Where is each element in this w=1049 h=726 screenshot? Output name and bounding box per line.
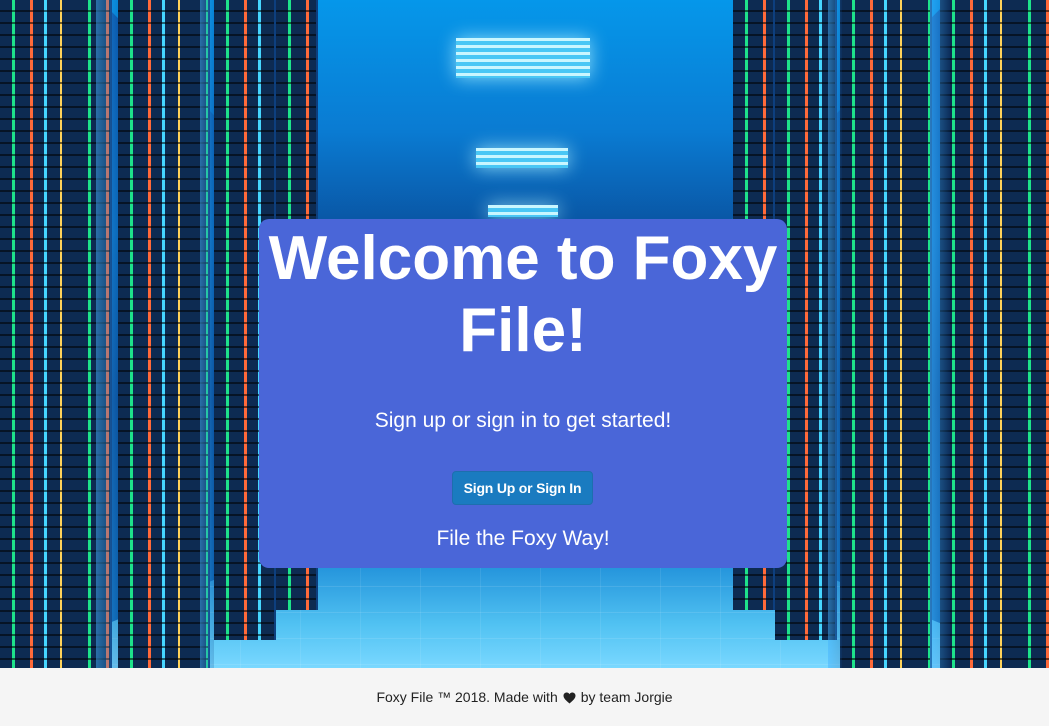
server-rack xyxy=(940,0,1049,668)
footer-text-after: by team Jorgie xyxy=(580,689,673,705)
heart-icon xyxy=(563,691,576,704)
ceiling-light xyxy=(476,148,568,168)
footer: Foxy File ™ 2018. Made with by team Jorg… xyxy=(0,668,1049,726)
server-rack-door xyxy=(828,0,842,668)
footer-text-before: Foxy File ™ 2018. Made with xyxy=(376,689,558,705)
server-rack-door xyxy=(200,0,214,668)
server-rack-door xyxy=(930,0,950,668)
welcome-panel: Welcome to Foxy File! Sign up or sign in… xyxy=(259,219,787,568)
ceiling-light xyxy=(456,38,590,78)
sign-up-sign-in-button[interactable]: Sign Up or Sign In xyxy=(452,471,593,505)
page-title: Welcome to Foxy File! xyxy=(268,224,778,365)
server-rack xyxy=(118,0,210,668)
tagline: File the Foxy Way! xyxy=(436,527,610,550)
ceiling-light xyxy=(488,205,558,217)
server-rack xyxy=(840,0,932,668)
server-rack-door xyxy=(96,0,118,668)
panel-subtitle: Sign up or sign in to get started! xyxy=(374,409,672,432)
